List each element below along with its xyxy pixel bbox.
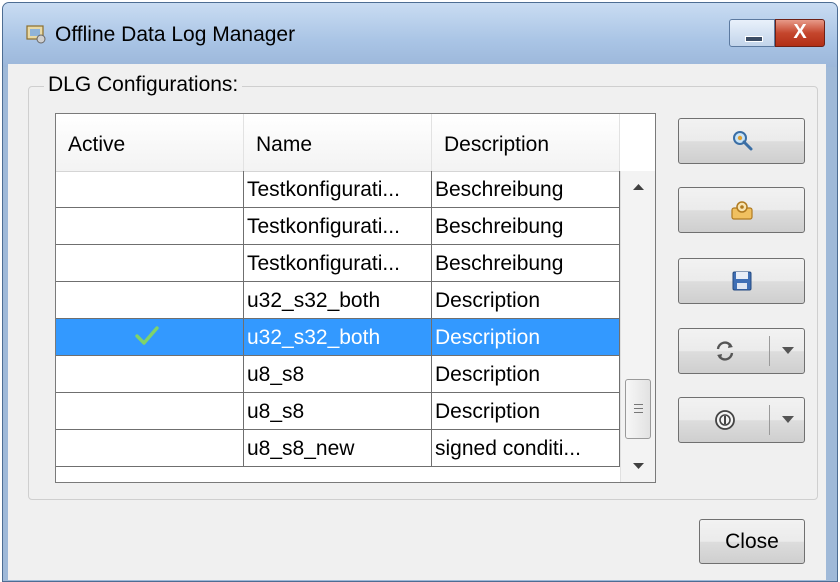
- window-title: Offline Data Log Manager: [55, 23, 296, 46]
- table-row[interactable]: Testkonfigurati... Beschreibung: [56, 171, 620, 208]
- table-row-selected[interactable]: u32_s32_both Description: [56, 319, 620, 356]
- table-row[interactable]: Testkonfigurati... Beschreibung: [56, 208, 620, 245]
- scroll-down-button[interactable]: [621, 448, 655, 482]
- window-close-button[interactable]: X: [775, 19, 825, 47]
- minimize-button[interactable]: [729, 19, 775, 47]
- sync-icon: [716, 341, 734, 361]
- chevron-down-icon[interactable]: [782, 416, 794, 423]
- title-bar[interactable]: Offline Data Log Manager X: [3, 3, 837, 67]
- record-icon: [715, 410, 735, 430]
- description-cell[interactable]: Description: [432, 319, 620, 356]
- table-row[interactable]: u32_s32_both Description: [56, 282, 620, 319]
- name-cell[interactable]: u32_s32_both: [244, 319, 432, 356]
- settings-folder-button[interactable]: [678, 187, 805, 233]
- app-icon: [26, 25, 46, 44]
- scroll-up-arrow-icon: [633, 184, 644, 190]
- configurations-table: Active Name Description Testkonfigurati.…: [55, 113, 656, 483]
- scroll-down-arrow-icon: [633, 463, 644, 469]
- minimize-icon: [745, 36, 763, 42]
- vertical-scrollbar[interactable]: [620, 171, 655, 482]
- active-cell[interactable]: [56, 208, 244, 245]
- grip-icon: [634, 404, 643, 405]
- search-config-icon: [733, 131, 753, 151]
- scrollbar-thumb[interactable]: [625, 379, 651, 439]
- split-separator: [769, 405, 770, 435]
- name-cell[interactable]: u8_s8_new: [244, 430, 432, 467]
- search-config-button[interactable]: [678, 118, 805, 164]
- description-cell[interactable]: signed conditi...: [432, 430, 620, 467]
- table-row[interactable]: u8_s8 Description: [56, 356, 620, 393]
- name-cell[interactable]: u8_s8: [244, 393, 432, 430]
- column-header-description[interactable]: Description: [432, 114, 620, 171]
- table-row[interactable]: Testkonfigurati... Beschreibung: [56, 245, 620, 282]
- description-cell[interactable]: Beschreibung: [432, 245, 620, 282]
- description-cell[interactable]: Description: [432, 393, 620, 430]
- description-cell[interactable]: Beschreibung: [432, 208, 620, 245]
- table-row[interactable]: u8_s8 Description: [56, 393, 620, 430]
- active-cell[interactable]: [56, 171, 244, 208]
- active-cell[interactable]: [56, 319, 244, 356]
- active-cell[interactable]: [56, 393, 244, 430]
- description-cell[interactable]: Description: [432, 282, 620, 319]
- checkmark-icon: [135, 326, 159, 345]
- name-cell[interactable]: u32_s32_both: [244, 282, 432, 319]
- split-separator: [769, 336, 770, 366]
- active-cell[interactable]: [56, 245, 244, 282]
- scroll-up-button[interactable]: [621, 171, 655, 205]
- group-label: DLG Configurations:: [44, 73, 243, 97]
- chevron-down-icon[interactable]: [782, 347, 794, 354]
- sync-split-button[interactable]: [678, 328, 805, 374]
- save-button[interactable]: [678, 258, 805, 304]
- name-cell[interactable]: Testkonfigurati...: [244, 208, 432, 245]
- active-cell[interactable]: [56, 430, 244, 467]
- table-row[interactable]: u8_s8_new signed conditi...: [56, 430, 620, 467]
- active-cell[interactable]: [56, 282, 244, 319]
- name-cell[interactable]: Testkonfigurati...: [244, 245, 432, 282]
- active-cell[interactable]: [56, 356, 244, 393]
- description-cell[interactable]: Description: [432, 356, 620, 393]
- column-header-active[interactable]: Active: [56, 114, 244, 171]
- settings-folder-icon: [731, 201, 753, 220]
- record-split-button[interactable]: [678, 397, 805, 443]
- save-icon: [732, 271, 752, 291]
- name-cell[interactable]: Testkonfigurati...: [244, 171, 432, 208]
- description-cell[interactable]: Beschreibung: [432, 171, 620, 208]
- name-cell[interactable]: u8_s8: [244, 356, 432, 393]
- close-button[interactable]: Close: [699, 519, 805, 564]
- column-header-name[interactable]: Name: [244, 114, 432, 171]
- table-header: Active Name Description: [56, 114, 620, 172]
